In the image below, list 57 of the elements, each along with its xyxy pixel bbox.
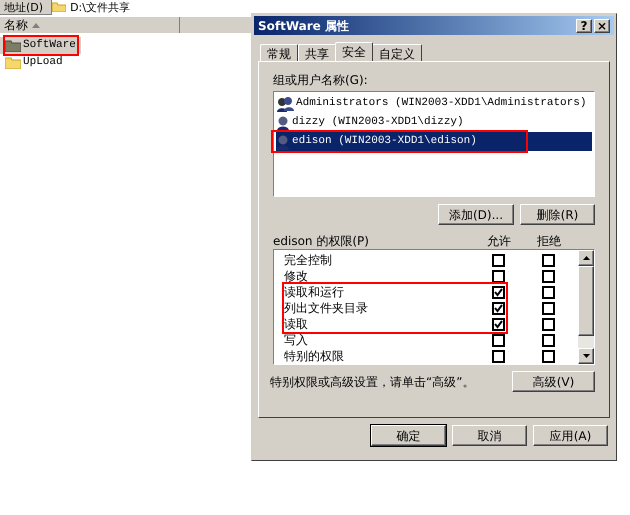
checkbox[interactable] (542, 318, 554, 330)
scroll-up-icon (582, 256, 590, 260)
checkbox[interactable] (492, 270, 504, 282)
checkbox[interactable] (492, 318, 504, 330)
permission-name: 列出文件夹目录 (283, 300, 369, 317)
remove-button[interactable]: 删除(R) (520, 204, 595, 225)
tab[interactable]: 自定义 (372, 44, 422, 61)
user-row[interactable]: dizzy (WIN2003-XDD1\dizzy) (276, 113, 592, 132)
folder-icon (5, 56, 21, 68)
address-text: D:\文件共享 (70, 0, 130, 14)
checkbox[interactable] (542, 334, 554, 346)
dialog-button[interactable]: 应用(A) (533, 425, 608, 446)
close-button[interactable]: × (594, 18, 610, 32)
column-header: 允许 (486, 233, 512, 250)
window-title: SoftWare 属性 (258, 18, 350, 34)
address-label: 地址(D) (3, 0, 44, 14)
folder-icon (5, 40, 21, 52)
checkbox[interactable] (542, 286, 554, 298)
checkbox[interactable] (492, 302, 504, 314)
checkbox[interactable] (492, 254, 504, 266)
sort-arrow-icon (32, 22, 40, 28)
add-button[interactable]: 添加(D)... (438, 204, 514, 225)
permission-name: 完全控制 (283, 252, 333, 269)
tab[interactable]: 安全 (335, 42, 373, 61)
user-icon (276, 114, 290, 130)
scroll-down-icon (582, 354, 590, 358)
column-header: 拒绝 (536, 233, 562, 250)
permission-name: 修改 (283, 268, 309, 285)
folder-icon (52, 2, 66, 12)
users-label: 组或用户名称(G): (273, 72, 369, 89)
permissions-label: edison 的权限(P) (273, 233, 370, 250)
user-group-icon (276, 96, 294, 112)
permission-name: 特别的权限 (283, 348, 345, 365)
address-field[interactable]: D:\文件共享 (51, 0, 630, 14)
help-button[interactable]: ? (576, 18, 592, 32)
checkbox[interactable] (542, 270, 554, 282)
checkbox[interactable] (492, 350, 504, 362)
advanced-button[interactable]: 高级(V) (512, 371, 595, 392)
advanced-hint: 特别权限或高级设置，请单击“高级”。 (270, 374, 474, 390)
checkbox[interactable] (542, 350, 554, 362)
user-row[interactable]: edison (WIN2003-XDD1\edison) (276, 132, 592, 151)
checkbox[interactable] (542, 302, 554, 314)
folder-item[interactable]: UpLoad (0, 54, 68, 71)
user-icon (276, 134, 290, 150)
checkbox[interactable] (492, 334, 504, 346)
folder-item[interactable]: SoftWare (0, 37, 81, 54)
dialog-button[interactable]: 取消 (452, 425, 527, 446)
dialog-button[interactable]: 确定 (371, 425, 446, 446)
permission-name: 读取 (283, 316, 309, 333)
user-row[interactable]: Administrators (WIN2003-XDD1\Administrators) (276, 94, 592, 113)
checkbox[interactable] (492, 286, 504, 298)
tab[interactable]: 常规 (260, 44, 298, 61)
checkbox[interactable] (542, 254, 554, 266)
permission-name: 写入 (283, 332, 309, 349)
permission-name: 读取和运行 (283, 284, 345, 301)
scrollbar[interactable] (578, 250, 594, 364)
tab[interactable]: 共享 (298, 44, 336, 61)
